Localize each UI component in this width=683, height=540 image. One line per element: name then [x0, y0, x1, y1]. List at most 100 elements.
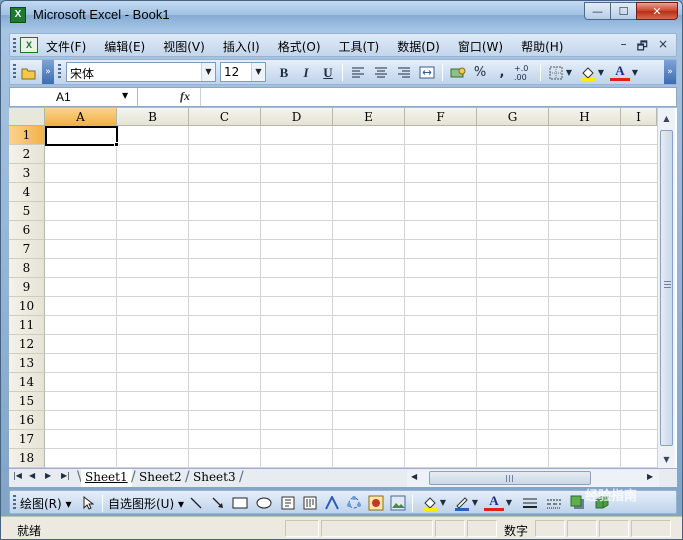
merge-center-icon[interactable] [417, 63, 437, 82]
row-header-12[interactable]: 12 [9, 335, 45, 354]
vertical-scrollbar[interactable]: ▲ ▼ [657, 108, 675, 468]
row-header-7[interactable]: 7 [9, 240, 45, 259]
arrow-tool-icon[interactable] [208, 493, 228, 512]
close-button[interactable]: ✕ [636, 2, 678, 20]
menu-tools[interactable]: 工具(T) [339, 38, 380, 55]
align-right-icon[interactable] [394, 63, 414, 82]
bold-button[interactable]: B [274, 63, 294, 82]
menubar-grip[interactable] [13, 38, 16, 54]
row-header-14[interactable]: 14 [9, 373, 45, 392]
column-header-d[interactable]: D [261, 108, 333, 126]
align-center-icon[interactable] [371, 63, 391, 82]
next-sheet-icon[interactable]: ▶ [45, 471, 51, 480]
row-header-4[interactable]: 4 [9, 183, 45, 202]
line-color-icon[interactable] [452, 493, 472, 512]
tab-sheet2[interactable]: Sheet2 [135, 469, 186, 487]
title-bar[interactable]: X Microsoft Excel - Book1 — ☐ ✕ [1, 1, 682, 29]
scroll-down-icon[interactable]: ▼ [658, 451, 675, 468]
italic-button[interactable]: I [296, 63, 316, 82]
name-box[interactable]: A1 ▼ [10, 88, 138, 106]
toolbar-grip[interactable] [13, 64, 16, 80]
column-header-f[interactable]: F [405, 108, 477, 126]
minimize-button[interactable]: — [584, 2, 611, 20]
row-header-10[interactable]: 10 [9, 297, 45, 316]
draw-font-color-dropdown-icon[interactable]: ▼ [504, 493, 514, 512]
row-header-6[interactable]: 6 [9, 221, 45, 240]
line-color-dropdown-icon[interactable]: ▼ [470, 493, 480, 512]
align-left-icon[interactable] [348, 63, 368, 82]
doc-restore-icon[interactable]: 🗗 [637, 37, 648, 58]
column-header-e[interactable]: E [333, 108, 405, 126]
menu-edit[interactable]: 编辑(E) [104, 38, 145, 55]
textbox-tool-icon[interactable] [278, 493, 298, 512]
line-tool-icon[interactable] [186, 493, 206, 512]
format-toolbar-grip[interactable] [58, 64, 61, 80]
row-header-3[interactable]: 3 [9, 164, 45, 183]
row-header-2[interactable]: 2 [9, 145, 45, 164]
tab-sheet3[interactable]: Sheet3 [189, 469, 240, 487]
line-style-icon[interactable] [520, 493, 540, 512]
fill-color-dropdown-icon[interactable]: ▼ [596, 63, 606, 82]
doc-close-icon[interactable]: × [658, 37, 668, 58]
underline-button[interactable]: U [318, 63, 338, 82]
maximize-button[interactable]: ☐ [610, 2, 637, 20]
wordart-icon[interactable] [322, 493, 342, 512]
fill-color-icon[interactable] [578, 63, 598, 82]
row-header-17[interactable]: 17 [9, 430, 45, 449]
fill-color-dropdown-icon[interactable]: ▼ [438, 493, 448, 512]
row-header-13[interactable]: 13 [9, 354, 45, 373]
column-header-c[interactable]: C [189, 108, 261, 126]
horizontal-scroll-thumb[interactable] [429, 471, 591, 485]
menu-help[interactable]: 帮助(H) [521, 38, 563, 55]
menu-data[interactable]: 数据(D) [397, 38, 440, 55]
workbook-icon[interactable]: X [20, 37, 38, 53]
menu-window[interactable]: 窗口(W) [458, 38, 503, 55]
row-header-11[interactable]: 11 [9, 316, 45, 335]
row-header-18[interactable]: 18 [9, 449, 45, 468]
menu-file[interactable]: 文件(F) [46, 38, 86, 55]
column-header-b[interactable]: B [117, 108, 189, 126]
autoshapes-button[interactable]: 自选图形(U) ▾ [108, 495, 184, 512]
select-all-corner[interactable] [9, 108, 45, 126]
fill-color-icon[interactable] [420, 493, 440, 512]
font-name-select[interactable]: 宋体 ▼ [66, 62, 216, 82]
draw-font-color-button[interactable]: A [484, 493, 504, 511]
doc-minimize-icon[interactable]: – [621, 37, 627, 58]
insert-function-icon[interactable]: fx [180, 89, 190, 104]
row-header-16[interactable]: 16 [9, 411, 45, 430]
oval-tool-icon[interactable] [254, 493, 274, 512]
excel-app-icon[interactable]: X [10, 7, 26, 23]
scroll-right-icon[interactable]: ▶ [647, 472, 653, 481]
menu-insert[interactable]: 插入(I) [223, 38, 260, 55]
comma-style-button[interactable]: , [492, 63, 512, 82]
font-size-select[interactable]: 12 ▼ [220, 62, 266, 82]
font-name-dropdown-icon[interactable]: ▼ [201, 63, 215, 81]
tab-sheet1[interactable]: Sheet1 [81, 469, 132, 487]
draw-menu-button[interactable]: 绘图(R) ▾ [20, 495, 72, 512]
row-header-9[interactable]: 9 [9, 278, 45, 297]
diagram-icon[interactable] [344, 493, 364, 512]
menu-format[interactable]: 格式(O) [278, 38, 321, 55]
column-header-i[interactable]: I [621, 108, 657, 126]
row-header-15[interactable]: 15 [9, 392, 45, 411]
row-header-5[interactable]: 5 [9, 202, 45, 221]
font-color-button[interactable]: A [610, 63, 630, 81]
scroll-up-icon[interactable]: ▲ [658, 110, 675, 127]
vertical-scroll-thumb[interactable] [660, 130, 673, 446]
row-header-8[interactable]: 8 [9, 259, 45, 278]
select-objects-icon[interactable] [78, 493, 98, 512]
column-header-h[interactable]: H [549, 108, 621, 126]
scroll-left-icon[interactable]: ◀ [411, 472, 417, 481]
rectangle-tool-icon[interactable] [230, 493, 250, 512]
borders-icon[interactable] [546, 63, 566, 82]
dash-style-icon[interactable] [544, 493, 564, 512]
formula-input[interactable] [200, 88, 676, 106]
open-folder-icon[interactable] [19, 63, 39, 82]
currency-style-icon[interactable] [448, 63, 468, 82]
fill-handle[interactable] [114, 142, 119, 147]
vertical-textbox-icon[interactable] [300, 493, 320, 512]
last-sheet-icon[interactable]: ▶| [61, 471, 70, 480]
clipart-icon[interactable] [366, 493, 386, 512]
toolbar-overflow-chevron-icon[interactable]: » [664, 60, 676, 84]
drawbar-grip[interactable] [13, 495, 16, 511]
